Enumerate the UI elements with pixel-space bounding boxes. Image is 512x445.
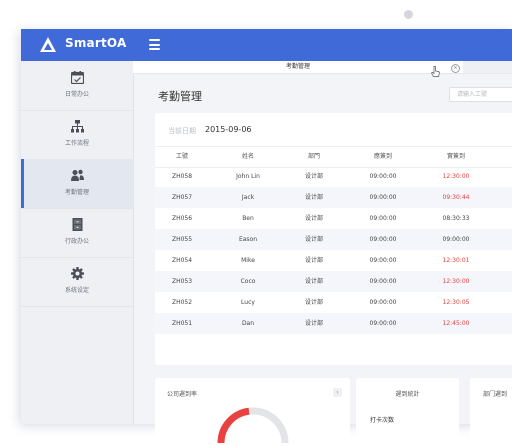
cell-actual: 12:30:00: [442, 278, 470, 285]
table-row[interactable]: ZH057 Jack 设计部 09:00:00 09:30:44: [155, 187, 512, 208]
card-title: 公司遲到率: [167, 391, 198, 398]
table-row[interactable]: ZH058 John Lin 设计部 09:00:00 12:30:00: [155, 166, 512, 187]
sidebar-item-label: 行政办公: [64, 238, 89, 245]
cell-dept: 设计部: [304, 257, 323, 264]
cell-name: John Lin: [236, 173, 260, 180]
sidebar-item-settings[interactable]: 系统设定: [21, 257, 133, 307]
column-header-actual: 實簽到: [446, 153, 465, 160]
cell-expected: 09:00:00: [369, 194, 397, 201]
users-icon: [71, 169, 84, 181]
company-late-rate-card: 公司遲到率 ›: [155, 378, 350, 444]
card-title: 遲到統計: [395, 391, 420, 398]
column-header-id: 工號: [175, 153, 188, 160]
punch-count-label: 打卡次数: [370, 417, 395, 424]
cell-expected: 09:00:00: [369, 278, 397, 285]
table-row[interactable]: ZH056 Ben 设计部 09:00:00 08:30:33: [155, 208, 512, 229]
date-value: 2015-09-06: [205, 125, 252, 134]
date-label: 当前日期: [168, 127, 196, 135]
sidebar: 日常办公 工作流程 考勤管理 行政办公 系统设定: [21, 61, 134, 424]
cell-name: Dan: [241, 320, 255, 327]
calendar-icon: [71, 71, 84, 84]
cell-id: ZH057: [171, 194, 193, 201]
table-header: 工號 姓名 部門 應簽到 實簽到: [155, 146, 512, 168]
cell-id: ZH053: [171, 278, 193, 285]
cell-id: ZH055: [171, 236, 193, 243]
sidebar-item-attendance[interactable]: 考勤管理: [21, 159, 133, 209]
logo-icon: [40, 37, 56, 52]
cell-dept: 设计部: [304, 320, 323, 327]
cell-actual: 09:00:00: [442, 236, 470, 243]
cell-dept: 设计部: [304, 236, 323, 243]
cell-actual: 12:30:05: [442, 299, 470, 306]
cell-name: Coco: [240, 278, 256, 285]
cell-id: ZH054: [171, 257, 193, 264]
cell-dept: 设计部: [304, 173, 323, 180]
tab-strip: 考勤管理 ×: [133, 61, 512, 74]
cell-actual: 12:45:00: [442, 320, 470, 327]
sidebar-item-label: 系统设定: [64, 287, 89, 294]
sidebar-item-label: 考勤管理: [64, 189, 89, 196]
hand-cursor-icon: [431, 66, 440, 77]
table-row[interactable]: ZH053 Coco 设计部 09:00:00 12:30:00: [155, 271, 512, 292]
cell-expected: 09:00:00: [369, 215, 397, 222]
cell-id: ZH051: [171, 320, 193, 327]
sidebar-item-workflow[interactable]: 工作流程: [21, 110, 133, 160]
chevron-right-icon[interactable]: ›: [333, 388, 342, 397]
workflow-icon: [71, 120, 84, 133]
cell-expected: 09:00:00: [369, 257, 397, 264]
cell-id: ZH058: [171, 173, 193, 180]
column-header-expected: 應簽到: [373, 153, 392, 160]
late-stats-card: 遲到統計 打卡次数: [356, 378, 459, 438]
cell-expected: 09:00:00: [369, 299, 397, 306]
sidebar-item-label: 工作流程: [64, 140, 89, 147]
tab-strip-empty-area: [463, 61, 512, 73]
sidebar-item-admin-office[interactable]: 行政办公: [21, 208, 133, 258]
table-row[interactable]: ZH054 Mike 设计部 09:00:00 12:30:01: [155, 250, 512, 271]
cell-id: ZH052: [171, 299, 193, 306]
decorative-dot: [404, 10, 413, 19]
menu-toggle-button[interactable]: [149, 39, 160, 50]
cell-dept: 设计部: [304, 299, 323, 306]
cell-expected: 09:00:00: [369, 173, 397, 180]
table-row[interactable]: ZH052 Lucy 设计部 09:00:00 12:30:05: [155, 292, 512, 313]
attendance-panel: 当前日期 2015-09-06 工號 姓名 部門 應簽到 實簽到 ZH058 J…: [155, 113, 512, 365]
cell-dept: 设计部: [304, 278, 323, 285]
sidebar-item-daily-office[interactable]: 日常办公: [21, 61, 133, 111]
card-title: 部门遲到: [483, 391, 508, 398]
sidebar-item-label: 日常办公: [64, 91, 89, 98]
late-rate-gauge: [217, 407, 289, 444]
cell-name: Mike: [241, 257, 255, 264]
table-row[interactable]: ZH051 Dan 设计部 09:00:00 12:45:00: [155, 313, 512, 334]
column-header-name: 姓名: [241, 153, 254, 160]
top-bar: SmartOA: [21, 29, 512, 61]
cabinet-icon: [72, 218, 83, 231]
cell-expected: 09:00:00: [369, 236, 397, 243]
cell-dept: 设计部: [304, 215, 323, 222]
cell-name: Eason: [238, 236, 258, 243]
cell-actual: 08:30:33: [442, 215, 470, 222]
cell-actual: 12:30:00: [442, 173, 470, 180]
cell-name: Lucy: [241, 299, 255, 306]
gear-icon: [71, 267, 84, 280]
cell-name: Jack: [241, 194, 255, 201]
cell-name: Ben: [242, 215, 254, 222]
close-icon[interactable]: ×: [451, 64, 460, 73]
department-late-card: 部门遲到: [470, 378, 512, 438]
cell-actual: 09:30:44: [442, 194, 470, 201]
cell-actual: 12:30:01: [442, 257, 470, 264]
page-title: 考勤管理: [158, 90, 202, 103]
cell-id: ZH056: [171, 215, 193, 222]
table-row[interactable]: ZH055 Eason 设计部 09:00:00 09:00:00: [155, 229, 512, 250]
column-header-dept: 部門: [307, 153, 320, 160]
tab-attendance[interactable]: 考勤管理: [133, 61, 463, 73]
cell-expected: 09:00:00: [369, 320, 397, 327]
search-input[interactable]: [449, 87, 512, 102]
cell-dept: 设计部: [304, 194, 323, 201]
app-name: SmartOA: [65, 36, 127, 50]
